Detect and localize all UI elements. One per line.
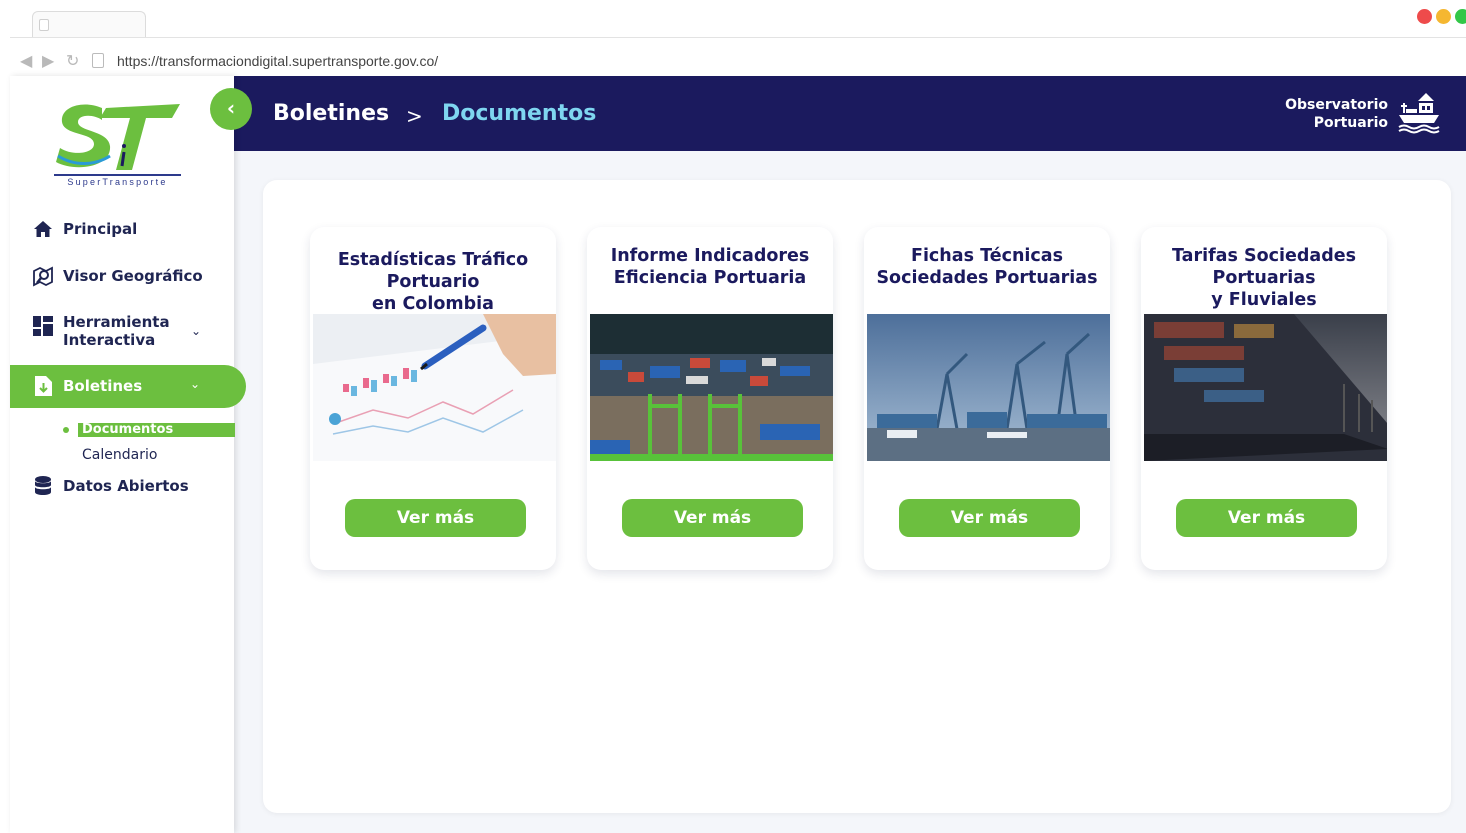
sidebar-item-herramienta-interactiva[interactable]: Herramienta Interactiva	[32, 313, 170, 349]
maximize-window-icon[interactable]	[1455, 9, 1466, 24]
document-card: Estadísticas Tráfico Portuario en Colombi…	[310, 227, 556, 570]
subitem-label: Documentos	[82, 422, 174, 437]
forward-arrow-icon[interactable]: ▶	[42, 51, 54, 70]
close-window-icon[interactable]	[1417, 9, 1432, 24]
container-ship-image	[1144, 314, 1387, 461]
sidebar-item-label: Visor Geográfico	[63, 267, 203, 285]
page-favicon-icon	[39, 19, 49, 31]
url-text[interactable]: https://transformaciondigital.supertrans…	[117, 53, 438, 69]
sidebar-item-label: Boletines	[63, 377, 143, 395]
sidebar-item-label-group: Herramienta Interactiva	[63, 313, 170, 349]
browser-tab-strip	[0, 0, 1466, 38]
document-card: Fichas Técnicas Sociedades Portuarias Ver…	[864, 227, 1110, 570]
port-cranes-image	[867, 314, 1110, 461]
chevron-left-icon: ‹	[226, 96, 236, 120]
main-content: Estadísticas Tráfico Portuario en Colombi…	[234, 151, 1466, 833]
observatorio-line1: Observatorio	[1285, 97, 1388, 113]
port-ship-icon	[1398, 93, 1440, 134]
sidebar: SuperTransporte Principal Visor Geográfi…	[10, 76, 246, 833]
observatorio-line2: Portuario	[1313, 115, 1388, 131]
breadcrumb-current: Documentos	[442, 101, 597, 126]
address-bar: ◀ ▶ ↻ https://transformaciondigital.supe…	[0, 48, 1466, 74]
page-header: Boletines > Documentos Observatorio Port…	[234, 76, 1466, 151]
ver-mas-button[interactable]: Ver más	[345, 499, 526, 537]
sidebar-item-principal[interactable]: Principal	[32, 218, 137, 240]
chrome-divider	[10, 37, 1466, 38]
st-logo-icon	[56, 104, 180, 170]
browser-tab[interactable]	[32, 11, 146, 38]
active-bullet-icon	[63, 427, 69, 433]
port-aerial-containers-image	[590, 314, 833, 461]
sidebar-item-boletines[interactable]: Boletines ⌄	[10, 365, 246, 408]
subitem-calendario[interactable]: Calendario	[82, 447, 157, 463]
collapse-sidebar-button[interactable]: ‹	[210, 88, 252, 130]
minimize-window-icon[interactable]	[1436, 9, 1451, 24]
back-arrow-icon[interactable]: ◀	[20, 51, 32, 70]
statistics-chart-image	[313, 314, 556, 461]
sidebar-item-label: Herramienta	[63, 313, 170, 331]
window-controls	[1417, 9, 1466, 24]
logo-wordmark: SuperTransporte	[54, 174, 181, 187]
ver-mas-button[interactable]: Ver más	[622, 499, 803, 537]
chevron-down-icon[interactable]: ⌄	[190, 377, 200, 391]
database-icon	[32, 475, 54, 497]
card-title: Estadísticas Tráfico Portuario en Colombi…	[337, 250, 529, 314]
card-title: Fichas Técnicas Sociedades Portuarias	[876, 246, 1098, 288]
card-title: Informe Indicadores Eficiencia Portuaria	[610, 246, 810, 288]
breadcrumb-separator: >	[406, 104, 423, 128]
dashboard-icon	[32, 315, 54, 337]
card-title: Tarifas Sociedades Portuarias y Fluviales	[1171, 246, 1357, 310]
supertransporte-logo[interactable]: SuperTransporte	[54, 96, 184, 187]
observatorio-title[interactable]: Observatorio Portuario	[1285, 96, 1388, 132]
sidebar-item-label: Interactiva	[63, 331, 156, 349]
sidebar-item-visor-geografico[interactable]: Visor Geográfico	[32, 265, 203, 287]
map-search-icon	[32, 265, 54, 287]
breadcrumb-parent[interactable]: Boletines	[273, 101, 389, 126]
documents-panel: Estadísticas Tráfico Portuario en Colombi…	[263, 180, 1451, 813]
home-icon	[32, 218, 54, 240]
sidebar-item-label: Principal	[63, 220, 138, 238]
document-download-icon	[35, 376, 52, 400]
ver-mas-button[interactable]: Ver más	[899, 499, 1080, 537]
sidebar-item-datos-abiertos[interactable]: Datos Abiertos	[32, 475, 189, 497]
reload-icon[interactable]: ↻	[66, 51, 79, 70]
sidebar-item-label: Datos Abiertos	[63, 477, 189, 495]
subitem-documentos[interactable]: Documentos	[78, 422, 235, 437]
document-card: Informe Indicadores Eficiencia Portuaria …	[587, 227, 833, 570]
ver-mas-button[interactable]: Ver más	[1176, 499, 1357, 537]
page-icon	[92, 53, 104, 68]
document-card: Tarifas Sociedades Portuarias y Fluviales…	[1141, 227, 1387, 570]
chevron-down-icon[interactable]: ⌄	[191, 324, 201, 338]
